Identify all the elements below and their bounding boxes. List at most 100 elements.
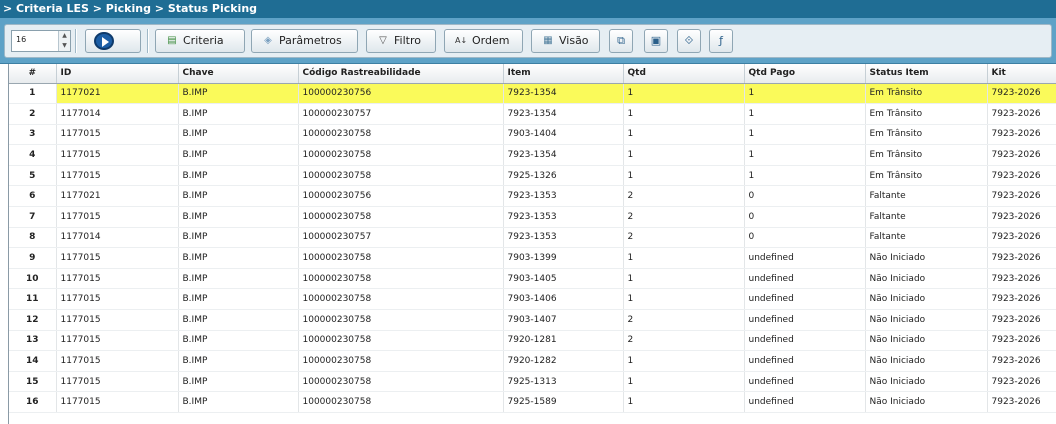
cell-qtd-pago: undefined xyxy=(744,330,866,352)
cell-codigo-rastreabilidade: 100000230757 xyxy=(298,103,504,125)
table-row[interactable]: 9 1177015 B.IMP 100000230758 7903-1399 1 undef… xyxy=(9,247,1056,269)
cell-qtd-pago: undefined xyxy=(744,288,866,311)
ordem-button[interactable]: A↓ Ordem xyxy=(444,29,523,53)
cell-qtd-pago: 0 xyxy=(744,227,866,249)
column-header-kit[interactable]: Kit xyxy=(987,64,1056,84)
table-row[interactable]: 1 1177021 B.IMP 100000230756 7923-1354 1 1 Em T… xyxy=(9,83,1056,105)
cell-row-number: 13 xyxy=(9,330,57,352)
cell-kit: 7923-2026 xyxy=(987,268,1056,290)
cell-status-item: Em Trânsito xyxy=(865,83,988,105)
save-icon[interactable]: ▣ xyxy=(644,29,668,53)
table-row[interactable]: 12 1177015 B.IMP 100000230758 7903-1407 2 unde… xyxy=(9,309,1056,331)
table-row[interactable]: 10 1177015 B.IMP 100000230758 7903-1405 1 unde… xyxy=(9,268,1056,290)
page-size-value: 16 xyxy=(16,35,27,44)
view-icon: ▦ xyxy=(543,35,553,46)
table-row[interactable]: 16 1177015 B.IMP 100000230758 7925-1589 1 unde… xyxy=(9,391,1056,413)
cell-status-item: Faltante xyxy=(865,227,988,249)
table-row[interactable]: 4 1177015 B.IMP 100000230758 7923-1354 1 1 Em T… xyxy=(9,144,1056,166)
visao-label: Visão xyxy=(559,34,589,47)
cell-codigo-rastreabilidade: 100000230758 xyxy=(298,268,504,290)
table-row[interactable]: 8 1177014 B.IMP 100000230757 7923-1353 2 0 Falt… xyxy=(9,227,1056,249)
cell-id: 1177015 xyxy=(56,247,179,269)
table-row[interactable]: 13 1177015 B.IMP 100000230758 7920-1281 2 unde… xyxy=(9,330,1056,352)
cell-kit: 7923-2026 xyxy=(987,206,1056,228)
column-header-chave[interactable]: Chave xyxy=(178,64,299,84)
cell-id: 1177015 xyxy=(56,371,179,393)
cell-item: 7925-1313 xyxy=(503,371,624,393)
cell-id: 1177015 xyxy=(56,330,179,352)
function-icon[interactable]: ƒ xyxy=(709,29,733,53)
cell-kit: 7923-2026 xyxy=(987,124,1056,146)
header-row: # ID Chave Código Rastreabilidade Item Qtd Qtd… xyxy=(9,64,1056,84)
cell-codigo-rastreabilidade: 100000230758 xyxy=(298,288,504,311)
filtro-button[interactable]: ▽ Filtro xyxy=(366,29,436,53)
cell-item: 7923-1353 xyxy=(503,206,624,228)
table-row[interactable]: 15 1177015 B.IMP 100000230758 7925-1313 1 unde… xyxy=(9,371,1056,393)
table-row[interactable]: 11 1177015 B.IMP 100000230758 7903-1406 1 unde… xyxy=(9,288,1056,311)
cell-qtd-pago: 1 xyxy=(744,83,866,105)
cell-id: 1177015 xyxy=(56,165,179,187)
cell-chave: B.IMP xyxy=(178,124,299,146)
cell-row-number: 1 xyxy=(9,83,57,105)
cell-chave: B.IMP xyxy=(178,185,299,208)
column-header-item[interactable]: Item xyxy=(503,64,624,84)
table-row[interactable]: 3 1177015 B.IMP 100000230758 7903-1404 1 1 Em T… xyxy=(9,124,1056,146)
cell-id: 1177014 xyxy=(56,227,179,249)
column-header-status-item[interactable]: Status Item xyxy=(865,64,988,84)
cell-kit: 7923-2026 xyxy=(987,371,1056,393)
cell-item: 7903-1404 xyxy=(503,124,624,146)
parametros-label: Parâmetros xyxy=(279,34,342,47)
run-button[interactable] xyxy=(85,29,141,53)
table-row[interactable]: 6 1177021 B.IMP 100000230756 7923-1353 2 0 Falt… xyxy=(9,185,1056,208)
column-header-codigo-rastreabilidade[interactable]: Código Rastreabilidade xyxy=(298,64,504,84)
stepper-buttons[interactable]: ▲ ▼ xyxy=(58,31,70,51)
cell-codigo-rastreabilidade: 100000230756 xyxy=(298,83,504,105)
cell-codigo-rastreabilidade: 100000230758 xyxy=(298,391,504,413)
column-header-id[interactable]: ID xyxy=(56,64,179,84)
cell-chave: B.IMP xyxy=(178,309,299,331)
cell-codigo-rastreabilidade: 100000230758 xyxy=(298,144,504,166)
cell-row-number: 11 xyxy=(9,288,57,311)
column-header-row-number[interactable]: # xyxy=(9,64,57,84)
cell-chave: B.IMP xyxy=(178,206,299,228)
cell-id: 1177015 xyxy=(56,144,179,166)
cell-row-number: 12 xyxy=(9,309,57,331)
cell-id: 1177021 xyxy=(56,83,179,105)
cell-row-number: 3 xyxy=(9,124,57,146)
table-row[interactable]: 2 1177014 B.IMP 100000230757 7923-1354 1 1 Em T… xyxy=(9,103,1056,125)
page-size-stepper[interactable]: 16 ▲ ▼ xyxy=(11,30,71,52)
table-row[interactable]: 5 1177015 B.IMP 100000230758 7925-1326 1 1 Em T… xyxy=(9,165,1056,187)
cell-status-item: Não Iniciado xyxy=(865,309,988,331)
cell-qtd-pago: 1 xyxy=(744,165,866,187)
visao-button[interactable]: ▦ Visão xyxy=(531,29,600,53)
filtro-label: Filtro xyxy=(394,34,421,47)
cell-qtd-pago: 0 xyxy=(744,206,866,228)
cell-kit: 7923-2026 xyxy=(987,144,1056,166)
stepper-up-icon[interactable]: ▲ xyxy=(59,31,70,41)
cell-chave: B.IMP xyxy=(178,391,299,413)
stepper-down-icon[interactable]: ▼ xyxy=(59,41,70,51)
parametros-button[interactable]: ◈ Parâmetros xyxy=(251,29,358,53)
cell-id: 1177015 xyxy=(56,268,179,290)
cell-id: 1177015 xyxy=(56,288,179,311)
table-row[interactable]: 14 1177015 B.IMP 100000230758 7920-1282 1 unde… xyxy=(9,350,1056,372)
cell-qtd: 1 xyxy=(623,288,745,311)
sort-az-icon: A↓ xyxy=(455,36,468,45)
criteria-button[interactable]: ▤ Criteria xyxy=(155,29,245,53)
cell-row-number: 10 xyxy=(9,268,57,290)
column-header-qtd-pago[interactable]: Qtd Pago xyxy=(744,64,866,84)
cell-qtd: 1 xyxy=(623,144,745,166)
cell-codigo-rastreabilidade: 100000230758 xyxy=(298,309,504,331)
cell-qtd: 2 xyxy=(623,330,745,352)
cell-chave: B.IMP xyxy=(178,288,299,311)
code-icon[interactable]: ⟐ xyxy=(677,29,701,53)
cell-kit: 7923-2026 xyxy=(987,165,1056,187)
column-header-qtd[interactable]: Qtd xyxy=(623,64,745,84)
cell-id: 1177014 xyxy=(56,103,179,125)
table-row[interactable]: 7 1177015 B.IMP 100000230758 7923-1353 2 0 Falt… xyxy=(9,206,1056,228)
cell-chave: B.IMP xyxy=(178,165,299,187)
export-icon[interactable]: ⧉ xyxy=(609,29,633,53)
cell-qtd-pago: 1 xyxy=(744,144,866,166)
cell-row-number: 2 xyxy=(9,103,57,125)
toolbar: 16 ▲ ▼ ▤ Criteria ◈ Parâmetros ▽ Filtro … xyxy=(0,18,1056,64)
